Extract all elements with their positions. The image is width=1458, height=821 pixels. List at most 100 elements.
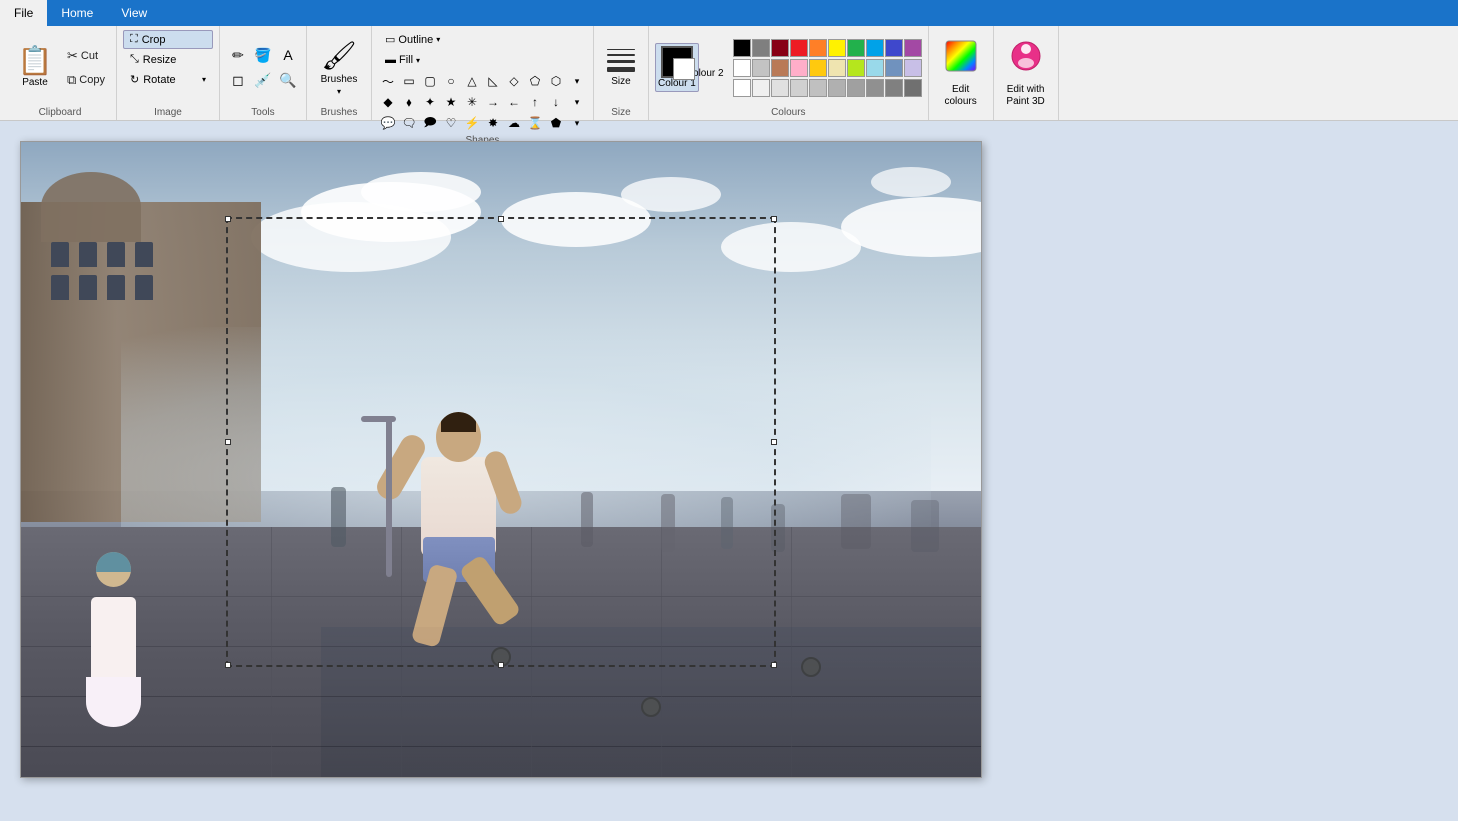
paint3d-label: Edit with Paint 3D bbox=[1001, 84, 1051, 108]
brushes-icon: 🖌 bbox=[321, 39, 357, 72]
eraser-tool[interactable]: ◻ bbox=[226, 68, 250, 92]
tab-home[interactable]: Home bbox=[47, 0, 107, 26]
color-cell-extra-808080[interactable] bbox=[885, 79, 903, 97]
color-cell-3f48cc[interactable] bbox=[885, 39, 903, 57]
color-cell-extra-e0e0e0[interactable] bbox=[771, 79, 789, 97]
color-cell-b-efe4b0[interactable] bbox=[828, 59, 846, 77]
shape-rtriangle[interactable]: ◺ bbox=[483, 71, 503, 91]
text-tool[interactable]: A bbox=[276, 43, 300, 67]
shape-arrow-down[interactable]: ↓ bbox=[546, 92, 566, 112]
shape-rounddiamond[interactable]: ⬧ bbox=[399, 92, 419, 112]
paste-button[interactable]: 📋 Paste bbox=[10, 36, 60, 100]
shape-roundrect[interactable]: ▢ bbox=[420, 71, 440, 91]
edit-colours-button[interactable]: Edit colours bbox=[935, 42, 987, 106]
bg-person-6 bbox=[841, 494, 871, 549]
color-cell-b-ffc90e[interactable] bbox=[809, 59, 827, 77]
shape-arrow-left[interactable]: ← bbox=[504, 92, 524, 112]
color-cell-b-ffaec9[interactable] bbox=[790, 59, 808, 77]
color-cell-b-b97a57[interactable] bbox=[771, 59, 789, 77]
colour1-selector[interactable]: Colour 1 bbox=[655, 43, 699, 92]
color-cell-ed1c24[interactable] bbox=[790, 39, 808, 57]
fill-button[interactable]: ▬ Fill ▾ bbox=[378, 51, 447, 69]
magnify-tool[interactable]: 🔍 bbox=[276, 68, 300, 92]
shape-rect[interactable]: ▭ bbox=[399, 71, 419, 91]
outline-button[interactable]: ▭ Outline ▾ bbox=[378, 30, 447, 49]
paint3d-button[interactable]: Edit with Paint 3D bbox=[1000, 42, 1052, 106]
fill-label: Fill bbox=[399, 54, 413, 66]
color-cell-extra-d0d0d0[interactable] bbox=[790, 79, 808, 97]
shape-curve[interactable]: 〜 bbox=[378, 71, 398, 91]
paste-label: Paste bbox=[22, 77, 48, 88]
shape-diamond2[interactable]: ◆ bbox=[378, 92, 398, 112]
paint3d-content: Edit with Paint 3D bbox=[1000, 30, 1052, 118]
crop-button[interactable]: ⛶ Crop bbox=[123, 30, 213, 49]
shape-star6[interactable]: ✳ bbox=[462, 92, 482, 112]
brushes-button[interactable]: 🖌 Brushes ▾ bbox=[313, 36, 365, 100]
shape-callout2[interactable]: 🗨 bbox=[399, 113, 419, 133]
shape-misc1[interactable]: ⌛ bbox=[525, 113, 545, 133]
ribbon-tabs: File Home View bbox=[0, 0, 1458, 26]
shape-arrow-right[interactable]: → bbox=[483, 92, 503, 112]
color-cell-b-c8bfe7[interactable] bbox=[904, 59, 922, 77]
color-cell-a349a4[interactable] bbox=[904, 39, 922, 57]
shape-triangle[interactable]: △ bbox=[462, 71, 482, 91]
cloud-5 bbox=[621, 177, 721, 212]
shape-star5[interactable]: ★ bbox=[441, 92, 461, 112]
colorpick-tool[interactable]: 💉 bbox=[251, 68, 275, 92]
shape-hexagon[interactable]: ⬡ bbox=[546, 71, 566, 91]
color-cell-extra-ffffff[interactable] bbox=[733, 79, 751, 97]
shape-diamond[interactable]: ◇ bbox=[504, 71, 524, 91]
shape-more3[interactable]: ▾ bbox=[567, 113, 587, 133]
color-cell-extra-909090[interactable] bbox=[866, 79, 884, 97]
color-cell-b-ffffff[interactable] bbox=[733, 59, 751, 77]
shape-misc2[interactable]: ⬟ bbox=[546, 113, 566, 133]
rotate-button[interactable]: ↻ Rotate ▾ bbox=[123, 70, 213, 89]
bg-person-7 bbox=[911, 500, 939, 552]
shape-pentagon[interactable]: ⬠ bbox=[525, 71, 545, 91]
tab-view[interactable]: View bbox=[107, 0, 161, 26]
color-cell-fff200[interactable] bbox=[828, 39, 846, 57]
shape-explosion[interactable]: ✸ bbox=[483, 113, 503, 133]
color-cell-b-b5e61d[interactable] bbox=[847, 59, 865, 77]
pencil-tool[interactable]: ✏ bbox=[226, 43, 250, 67]
color-cell-ff7f27[interactable] bbox=[809, 39, 827, 57]
shapes-grid-container: 〜 ▭ ▢ ○ △ ◺ ◇ ⬠ ⬡ ▾ ◆ ⬧ ✦ ★ ✳ → bbox=[378, 71, 587, 133]
copy-button[interactable]: ⧉ Copy bbox=[62, 69, 110, 91]
color-cell-extra-f0f0f0[interactable] bbox=[752, 79, 770, 97]
shape-heart[interactable]: ♡ bbox=[441, 113, 461, 133]
color-cell-extra-707070[interactable] bbox=[904, 79, 922, 97]
shape-ellipse[interactable]: ○ bbox=[441, 71, 461, 91]
color-cell-extra-c0c0c0[interactable] bbox=[809, 79, 827, 97]
color-cell-b-c3c3c3[interactable] bbox=[752, 59, 770, 77]
colour1-box bbox=[661, 46, 693, 78]
edit-colours-label: Edit colours bbox=[936, 84, 986, 108]
canvas-area[interactable] bbox=[0, 121, 1458, 821]
bg-person-2 bbox=[581, 492, 593, 547]
tab-file[interactable]: File bbox=[0, 0, 47, 26]
shape-callout3[interactable]: 🗩 bbox=[420, 113, 440, 133]
shape-arrow-up[interactable]: ↑ bbox=[525, 92, 545, 112]
shape-more2[interactable]: ▾ bbox=[567, 92, 587, 112]
shape-star4[interactable]: ✦ bbox=[420, 92, 440, 112]
color-cell-880015[interactable] bbox=[771, 39, 789, 57]
color-cell-00a2e8[interactable] bbox=[866, 39, 884, 57]
shape-cloud[interactable]: ☁ bbox=[504, 113, 524, 133]
brushes-label: Brushes bbox=[321, 74, 358, 85]
color-cell-7f7f7f[interactable] bbox=[752, 39, 770, 57]
color-cell-000000[interactable] bbox=[733, 39, 751, 57]
color-cell-b-7092be[interactable] bbox=[885, 59, 903, 77]
colour-palette-extra bbox=[733, 79, 922, 97]
resize-button[interactable]: ⤡ Resize bbox=[123, 50, 213, 69]
color-cell-extra-a0a0a0[interactable] bbox=[847, 79, 865, 97]
color-cell-22b14c[interactable] bbox=[847, 39, 865, 57]
shape-lightning[interactable]: ⚡ bbox=[462, 113, 482, 133]
canvas-image[interactable] bbox=[21, 142, 981, 777]
shape-callout1[interactable]: 💬 bbox=[378, 113, 398, 133]
shape-more1[interactable]: ▾ bbox=[567, 71, 587, 91]
color-cell-extra-b0b0b0[interactable] bbox=[828, 79, 846, 97]
colour-selectors: Colour 1 bbox=[655, 43, 699, 92]
cut-button[interactable]: ✂ Cut bbox=[62, 45, 110, 67]
fill-tool[interactable]: 🪣 bbox=[251, 43, 275, 67]
size-button[interactable]: Size bbox=[600, 36, 642, 100]
color-cell-b-99d9ea[interactable] bbox=[866, 59, 884, 77]
